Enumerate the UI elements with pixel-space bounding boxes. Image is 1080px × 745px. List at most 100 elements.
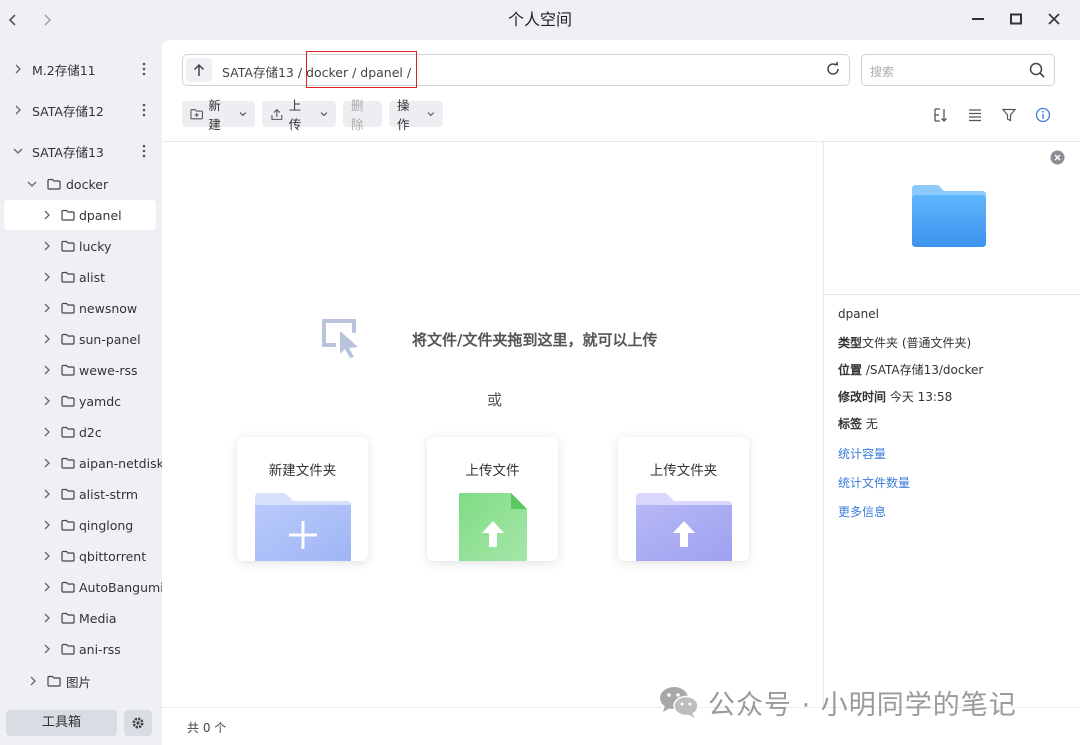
parent-folder-button[interactable] (186, 58, 212, 82)
sidebar-subfolder[interactable]: lucky (4, 231, 156, 261)
stat-capacity-link[interactable]: 统计容量 (838, 445, 886, 462)
watermark: 公众号 · 小明同学的笔记 (658, 684, 1017, 721)
chevron-right-icon (42, 644, 52, 654)
chevron-right-icon (42, 241, 52, 251)
new-folder-card[interactable]: 新建文件夹 (237, 437, 368, 561)
more-vertical-icon[interactable] (142, 103, 148, 117)
chevron-right-icon (42, 210, 52, 220)
sidebar-folder-docker[interactable]: docker (4, 169, 156, 199)
chevron-right-icon (13, 64, 23, 74)
sidebar-subfolder[interactable]: sun-panel (4, 324, 156, 354)
search-icon[interactable] (1028, 61, 1046, 79)
sidebar-subfolder[interactable]: aipan-netdisk (4, 448, 164, 478)
chevron-right-icon (42, 458, 52, 468)
folder-icon (61, 395, 75, 407)
refresh-icon (827, 61, 839, 75)
info-icon (1035, 107, 1051, 123)
sidebar-subfolder[interactable]: qbittorrent (4, 541, 156, 571)
sidebar-drive-sata12[interactable]: SATA存储12 (4, 95, 156, 125)
minimize-button[interactable] (965, 8, 991, 30)
folder-icon (908, 183, 990, 249)
divider (162, 141, 1080, 142)
sidebar-drive-sata13[interactable]: SATA存储13 (4, 136, 156, 166)
folder-icon (47, 178, 61, 190)
new-button-label: 新建 (208, 98, 221, 132)
maximize-icon (1010, 13, 1022, 25)
title-bar: 个人空间 (0, 0, 1080, 38)
sidebar-subfolder-label: wewe-rss (79, 362, 138, 378)
sidebar-subfolder-label: qbittorrent (79, 548, 147, 564)
more-info-link[interactable]: 更多信息 (838, 503, 886, 520)
delete-button[interactable]: 删除 (343, 98, 382, 132)
actions-button[interactable]: 操作 (389, 98, 443, 132)
list-view-icon (969, 109, 981, 122)
minimize-icon (972, 18, 984, 20)
sidebar-subfolder[interactable]: yamdc (4, 386, 156, 416)
sidebar-subfolder[interactable]: Media (4, 603, 156, 633)
info-value: /SATA存储13/docker (862, 363, 984, 377)
refresh-button[interactable] (824, 60, 842, 78)
sidebar-folder-pictures[interactable]: 图片 (4, 666, 156, 696)
more-vertical-icon[interactable] (142, 62, 148, 76)
sidebar-subfolder[interactable]: d2c (4, 417, 156, 447)
folder-icon (61, 240, 75, 252)
more-vertical-icon[interactable] (142, 144, 148, 158)
sidebar-subfolder[interactable]: wewe-rss (4, 355, 156, 385)
chevron-right-icon (42, 365, 52, 375)
folder-icon (47, 675, 61, 687)
upload-folder-icon (618, 491, 749, 561)
chevron-down-icon (320, 112, 328, 117)
sidebar-subfolder-label: sun-panel (79, 331, 141, 347)
sidebar-subfolder[interactable]: alist-strm (4, 479, 156, 509)
sidebar-subfolder-label: lucky (79, 238, 112, 254)
folder-icon (61, 333, 75, 345)
new-folder-icon (190, 109, 203, 120)
close-circle-icon (1050, 150, 1065, 165)
folder-icon (61, 519, 75, 531)
chevron-right-icon (42, 520, 52, 530)
upload-file-card[interactable]: 上传文件 (427, 437, 558, 561)
sidebar-subfolder[interactable]: qinglong (4, 510, 156, 540)
new-button[interactable]: 新建 (182, 98, 255, 132)
chevron-right-icon (42, 303, 52, 313)
new-folder-icon (237, 491, 368, 561)
filter-button[interactable] (1000, 106, 1018, 124)
sidebar-subfolder-label: qinglong (79, 517, 134, 533)
chevron-right-icon (42, 427, 52, 437)
sidebar-subfolder[interactable]: newsnow (4, 293, 156, 323)
info-location: 位置 /SATA存储13/docker (838, 361, 983, 378)
chevron-down-icon (239, 112, 247, 117)
sidebar-subfolder[interactable]: dpanel (4, 200, 156, 230)
folder-icon (61, 302, 75, 314)
actions-button-label: 操作 (397, 98, 410, 132)
toolbox-button[interactable]: 工具箱 (6, 710, 117, 736)
card-label: 上传文件夹 (649, 463, 718, 479)
upload-button[interactable]: 上传 (262, 98, 336, 132)
sidebar-subfolder[interactable]: AutoBangumi (4, 572, 164, 602)
info-key: 标签 (838, 417, 863, 431)
divider (823, 142, 824, 707)
sidebar-drive-m2[interactable]: M.2存储11 (4, 54, 156, 84)
list-view-button[interactable] (966, 106, 984, 124)
stat-file-count-link[interactable]: 统计文件数量 (838, 474, 910, 491)
chevron-right-icon (13, 105, 23, 115)
chevron-right-icon (28, 676, 38, 686)
settings-button[interactable] (124, 710, 152, 736)
close-window-button[interactable] (1041, 8, 1067, 30)
chevron-right-icon (42, 582, 52, 592)
info-tags: 标签 无 (838, 415, 878, 432)
close-info-panel-button[interactable] (1050, 150, 1065, 165)
upload-folder-card[interactable]: 上传文件夹 (618, 437, 749, 561)
maximize-button[interactable] (1003, 8, 1029, 30)
folder-icon (61, 364, 75, 376)
info-button[interactable] (1034, 106, 1052, 124)
wechat-icon (660, 687, 699, 718)
sidebar-subfolder[interactable]: alist (4, 262, 156, 292)
sidebar-subfolder[interactable]: ani-rss (4, 634, 156, 664)
sidebar-folder-label: docker (66, 176, 109, 192)
upload-file-icon (427, 491, 558, 561)
upload-icon (271, 108, 283, 120)
sidebar-subfolder-label: newsnow (79, 300, 138, 316)
chevron-right-icon (42, 272, 52, 282)
sort-button[interactable] (932, 106, 950, 124)
